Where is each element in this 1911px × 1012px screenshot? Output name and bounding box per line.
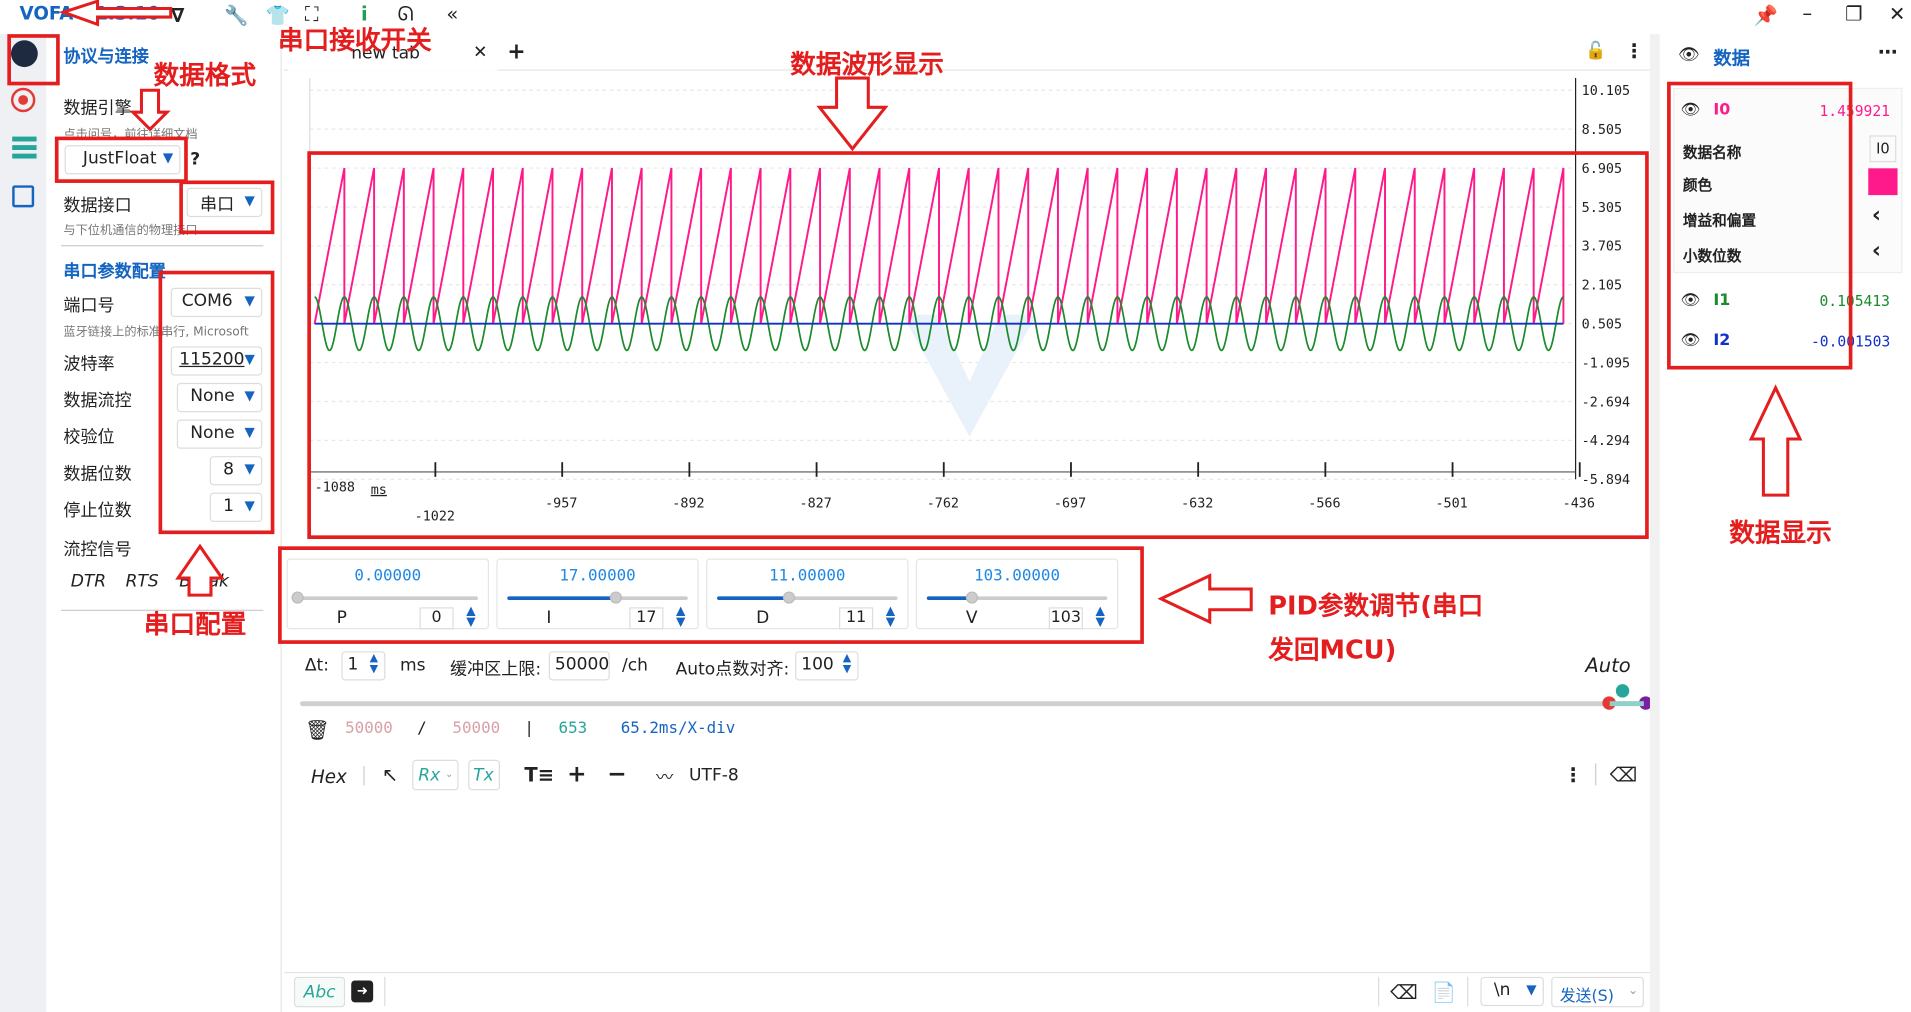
annotation-waveform: 数据波形显示 — [790, 49, 944, 80]
annotation-serial-config: 串口配置 — [143, 609, 247, 640]
annotation-data-display: 数据显示 — [1729, 518, 1832, 548]
annotation-pid: PID参数调节(串口 — [1268, 591, 1484, 621]
annotation-serial-switch: 串口接收开关 — [278, 25, 432, 55]
annotation-arrows — [58, 0, 1803, 625]
annotation-data-format: 数据格式 — [153, 60, 257, 91]
annotation-pid-2: 发回MCU) — [1268, 635, 1397, 665]
